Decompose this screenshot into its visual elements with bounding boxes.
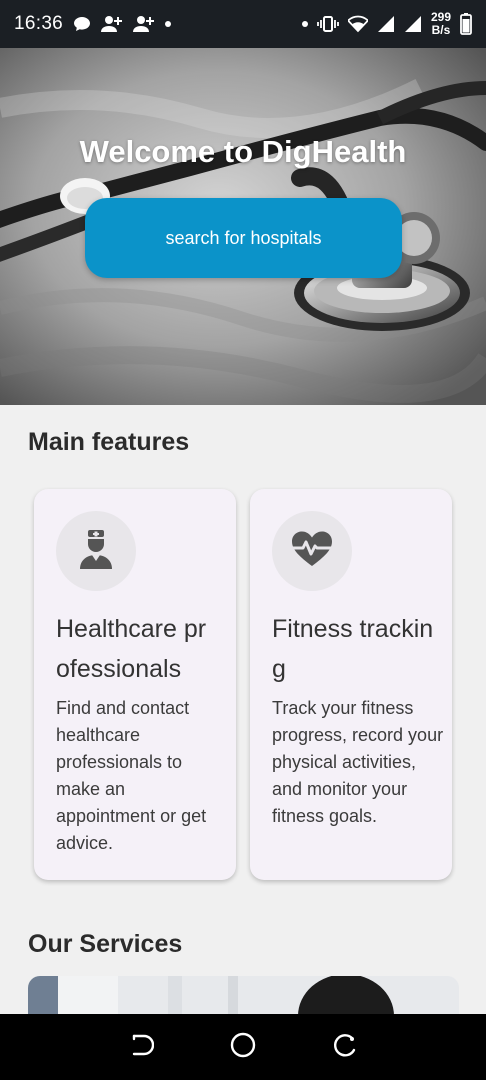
search-hospitals-button[interactable]: search for hospitals [85,198,402,278]
card-title: Healthcare professionals [56,615,207,683]
navigation-bar [0,1014,486,1080]
net-speed-unit: B/s [431,23,451,37]
signal-icon [377,15,395,33]
feature-card-fitness[interactable]: Fitness tracking Track your fitness prog… [250,489,452,880]
doctor-icon [78,528,114,575]
recents-icon[interactable] [332,1032,358,1063]
status-bar: 16:36 299 B/s [0,0,486,48]
vibrate-icon [317,15,339,33]
card-icon-container [272,511,352,591]
feature-card-healthcare[interactable]: Healthcare professionals Find and contac… [34,489,236,880]
our-services-heading: Our Services [28,930,183,958]
dot-icon [165,21,172,27]
hero-title: Welcome to DigHealth [79,134,407,169]
hero-banner: Welcome to DigHealth search for hospital… [0,48,486,405]
battery-icon [460,13,472,35]
status-time: 16:36 [14,13,64,34]
add-person-icon [101,15,123,33]
net-speed: 299 B/s [431,11,451,37]
status-right: 299 B/s [301,11,472,37]
dot-icon [301,21,308,27]
wifi-icon [347,15,368,33]
status-left: 16:36 [14,13,172,35]
signal-icon [404,15,422,33]
home-icon[interactable] [229,1031,257,1064]
card-title: Fitness tracking [272,615,434,683]
main-features-heading: Main features [28,428,190,456]
heartbeat-icon [290,530,334,573]
add-person-icon [133,15,155,33]
message-icon [73,15,91,33]
back-icon[interactable] [128,1032,154,1063]
card-icon-container [56,511,136,591]
card-description: Find and contact healthcare professional… [56,698,207,853]
card-description: Track your fitness progress, record your… [272,698,444,826]
